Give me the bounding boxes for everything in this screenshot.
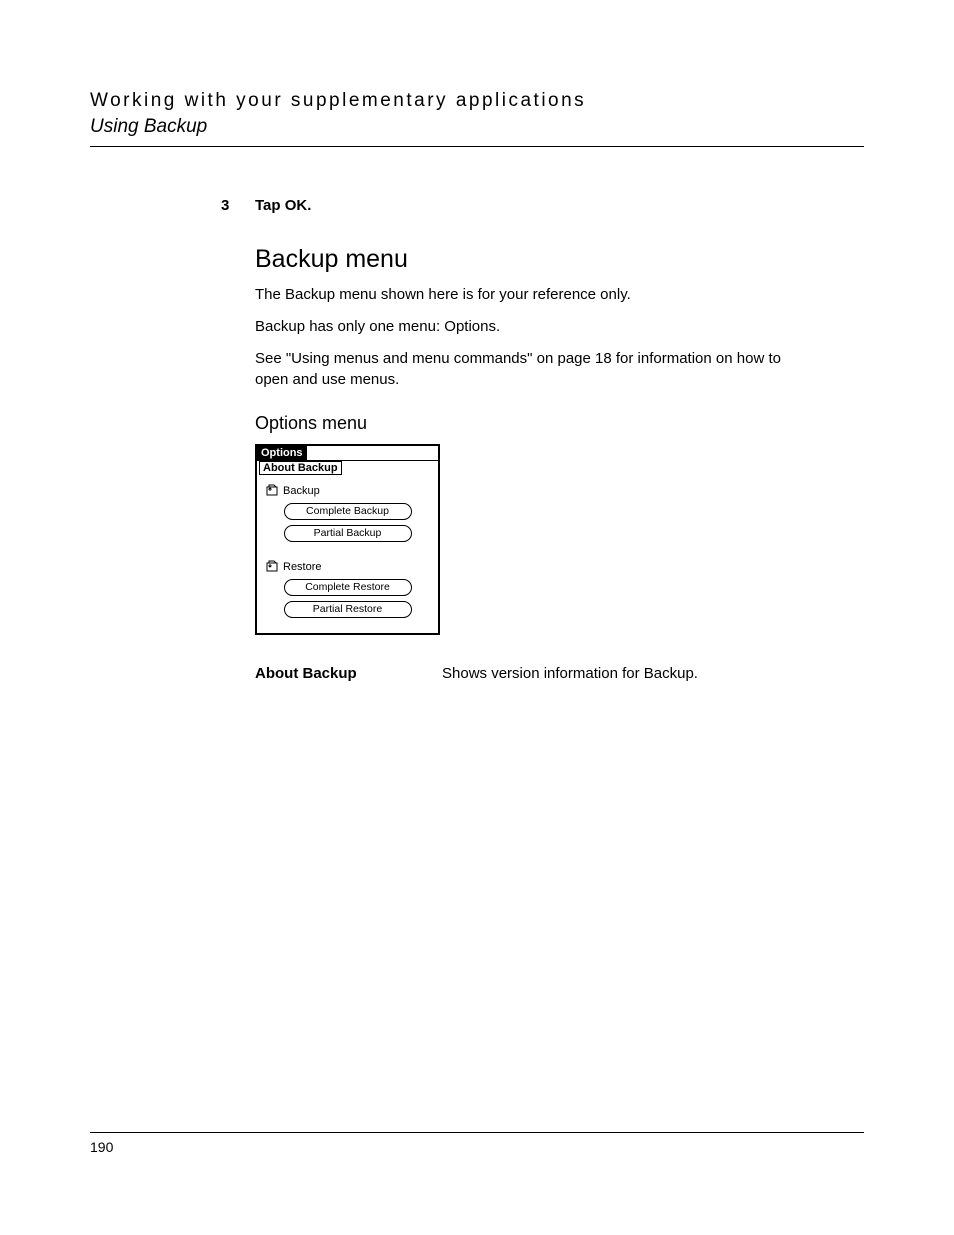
menu-options[interactable]: Options	[257, 446, 307, 460]
screenshot-body: Backup Complete Backup Partial Backup Re…	[257, 477, 438, 633]
paragraph: Backup has only one menu: Options.	[255, 316, 815, 338]
menu-about-backup[interactable]: About Backup	[259, 461, 342, 475]
step-text: Tap OK.	[255, 197, 311, 214]
section-heading: Backup menu	[255, 245, 864, 274]
group-restore-text: Restore	[283, 561, 322, 573]
chapter-title: Working with your supplementary applicat…	[90, 90, 864, 112]
screenshot-panel: Options About Backup Backup Complete Bac…	[255, 444, 440, 635]
spacer	[261, 547, 434, 561]
definition-description: Shows version information for Backup.	[442, 665, 864, 682]
group-backup-text: Backup	[283, 485, 320, 497]
page: Working with your supplementary applicat…	[0, 0, 954, 1235]
complete-restore-button[interactable]: Complete Restore	[284, 579, 412, 596]
section-title-italic: Using Backup	[90, 116, 864, 138]
definition-term: About Backup	[255, 665, 442, 682]
screenshot-submenu-bar: About Backup	[257, 461, 438, 477]
step-number: 3	[221, 197, 229, 214]
definition-row: About Backup Shows version information f…	[255, 665, 864, 682]
partial-restore-button[interactable]: Partial Restore	[284, 601, 412, 618]
screenshot-menubar: Options	[257, 446, 438, 461]
subsection-heading: Options menu	[255, 413, 864, 434]
backup-icon	[265, 484, 279, 496]
header-rule	[90, 146, 864, 147]
page-number: 190	[90, 1139, 113, 1155]
restore-icon	[265, 560, 279, 572]
complete-backup-button[interactable]: Complete Backup	[284, 503, 412, 520]
footer-rule	[90, 1132, 864, 1133]
group-restore-label: Restore	[283, 561, 434, 573]
step-row: 3 Tap OK.	[255, 197, 864, 215]
group-backup-label: Backup	[283, 485, 434, 497]
page-header: Working with your supplementary applicat…	[90, 90, 864, 138]
paragraph: The Backup menu shown here is for your r…	[255, 284, 815, 306]
partial-backup-button[interactable]: Partial Backup	[284, 525, 412, 542]
content-column: 3 Tap OK. Backup menu The Backup menu sh…	[255, 197, 864, 682]
paragraph: See "Using menus and menu commands" on p…	[255, 348, 815, 392]
